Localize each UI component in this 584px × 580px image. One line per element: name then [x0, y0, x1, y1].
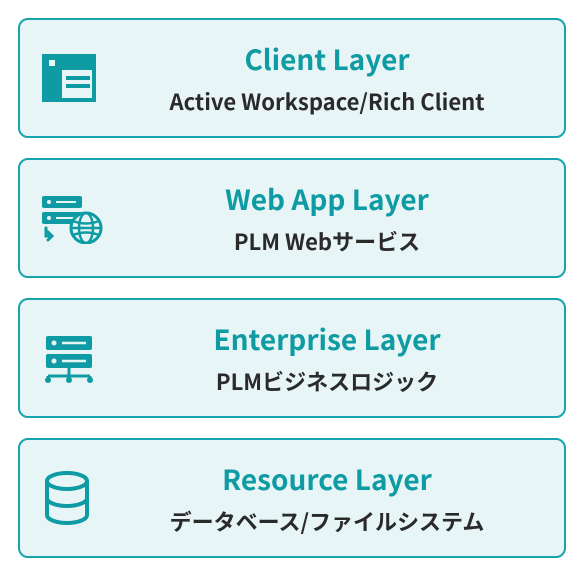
database-icon	[42, 471, 112, 525]
layer-enterprise: Enterprise Layer PLMビジネスロジック	[18, 298, 566, 418]
layer-title: Enterprise Layer	[213, 319, 440, 359]
layer-title: Resource Layer	[222, 459, 432, 499]
layer-text: Web App Layer PLM Webサービス	[112, 179, 542, 257]
workspace-icon	[42, 54, 112, 102]
layer-text: Resource Layer データベース/ファイルシステム	[112, 459, 542, 537]
server-icon	[42, 332, 112, 384]
layer-web-app: Web App Layer PLM Webサービス	[18, 158, 566, 278]
layer-subtitle: PLM Webサービス	[234, 225, 420, 257]
layer-subtitle: Active Workspace/Rich Client	[170, 85, 485, 117]
layer-subtitle: PLMビジネスロジック	[216, 365, 438, 397]
layer-text: Client Layer Active Workspace/Rich Clien…	[112, 39, 542, 117]
layer-resource: Resource Layer データベース/ファイルシステム	[18, 438, 566, 558]
web-server-icon	[42, 192, 112, 244]
layer-title: Web App Layer	[225, 179, 429, 219]
layer-text: Enterprise Layer PLMビジネスロジック	[112, 319, 542, 397]
layer-title: Client Layer	[244, 39, 409, 79]
layer-subtitle: データベース/ファイルシステム	[170, 505, 485, 537]
layer-client: Client Layer Active Workspace/Rich Clien…	[18, 18, 566, 138]
